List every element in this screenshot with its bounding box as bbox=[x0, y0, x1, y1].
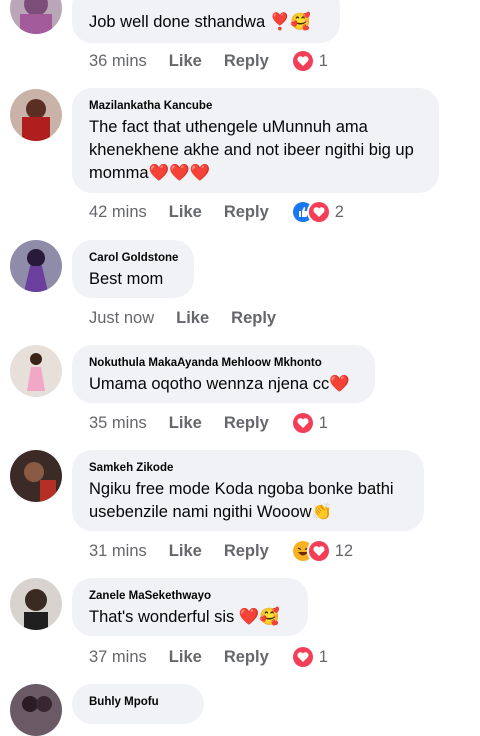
like-button[interactable]: Like bbox=[169, 648, 202, 667]
love-reaction-icon bbox=[306, 539, 331, 563]
reply-button[interactable]: Reply bbox=[224, 542, 269, 561]
avatar-photo bbox=[10, 578, 62, 630]
love-reaction-icon bbox=[290, 411, 315, 435]
reply-button[interactable]: Reply bbox=[224, 52, 269, 71]
avatar-photo bbox=[10, 345, 62, 397]
reply-button[interactable]: Reply bbox=[224, 414, 269, 433]
reply-button[interactable]: Reply bbox=[224, 203, 269, 222]
comment-text: Ngiku free mode Koda ngoba bonke bathi u… bbox=[89, 480, 394, 521]
comment-actions: Just now Like Reply bbox=[89, 306, 298, 330]
comment-author[interactable]: Mazilankatha Kancube bbox=[89, 99, 423, 113]
avatar[interactable] bbox=[10, 89, 62, 141]
comment-author[interactable]: Nokuthula MakaAyanda Mehloow Mkhonto bbox=[89, 356, 359, 370]
avatar[interactable] bbox=[10, 0, 62, 34]
avatar-photo bbox=[10, 240, 62, 292]
reply-button[interactable]: Reply bbox=[224, 648, 269, 667]
reaction-count: 1 bbox=[318, 51, 328, 70]
comment-bubble: Job well done sthandwa ❣️🥰 bbox=[72, 0, 340, 43]
reaction-count: 1 bbox=[318, 647, 328, 666]
reaction-summary[interactable]: 1 bbox=[290, 49, 328, 73]
like-button[interactable]: Like bbox=[169, 414, 202, 433]
like-button[interactable]: Like bbox=[169, 203, 202, 222]
comment-author[interactable]: Carol Goldstone bbox=[89, 251, 178, 265]
comment-time[interactable]: Just now bbox=[89, 309, 154, 328]
avatar[interactable] bbox=[10, 345, 62, 397]
comment-time[interactable]: 37 mins bbox=[89, 648, 147, 667]
like-button[interactable]: Like bbox=[176, 309, 209, 328]
avatar[interactable] bbox=[10, 240, 62, 292]
comment-time[interactable]: 31 mins bbox=[89, 542, 147, 561]
like-button[interactable]: Like bbox=[169, 542, 202, 561]
comment-bubble: Samkeh Zikode Ngiku free mode Koda ngoba… bbox=[72, 450, 424, 531]
reaction-summary[interactable]: 2 bbox=[290, 200, 344, 224]
comment-author[interactable]: Zanele MaSekethwayo bbox=[89, 589, 292, 603]
reaction-summary[interactable]: 1 bbox=[290, 645, 328, 669]
comment-bubble: Carol Goldstone Best mom bbox=[72, 240, 194, 298]
comment-text: That's wonderful sis ❤️🥰 bbox=[89, 608, 280, 626]
comment-actions: 31 mins Like Reply 12 bbox=[89, 539, 353, 563]
comment-text: Job well done sthandwa ❣️🥰 bbox=[89, 13, 311, 31]
reaction-summary[interactable]: 12 bbox=[290, 539, 354, 563]
avatar[interactable] bbox=[10, 684, 62, 736]
comment-bubble: Zanele MaSekethwayo That's wonderful sis… bbox=[72, 578, 308, 636]
love-reaction-icon bbox=[306, 200, 331, 224]
comment-time[interactable]: 42 mins bbox=[89, 203, 147, 222]
comment-actions: 35 mins Like Reply 1 bbox=[89, 411, 328, 435]
comments-feed: Job well done sthandwa ❣️🥰 36 mins Like … bbox=[0, 0, 480, 736]
reply-button[interactable]: Reply bbox=[231, 309, 276, 328]
comment-bubble: Nokuthula MakaAyanda Mehloow Mkhonto Uma… bbox=[72, 345, 375, 403]
comment-text: Best mom bbox=[89, 270, 164, 288]
love-reaction-icon bbox=[290, 49, 315, 73]
avatar[interactable] bbox=[10, 578, 62, 630]
like-button[interactable]: Like bbox=[169, 52, 202, 71]
avatar[interactable] bbox=[10, 450, 62, 502]
comment-text: Umama oqotho wennza njena cc❤️ bbox=[89, 375, 350, 393]
comment-time[interactable]: 36 mins bbox=[89, 52, 147, 71]
love-reaction-icon bbox=[290, 645, 315, 669]
avatar-photo bbox=[10, 89, 62, 141]
comment-actions: 36 mins Like Reply 1 bbox=[89, 49, 328, 73]
comment-bubble: Buhly Mpofu bbox=[72, 684, 204, 724]
comment-text: The fact that uthengele uMunnuh ama khen… bbox=[89, 118, 414, 182]
comment-bubble: Mazilankatha Kancube The fact that uthen… bbox=[72, 88, 439, 193]
comment-author[interactable]: Samkeh Zikode bbox=[89, 461, 408, 475]
avatar-photo bbox=[10, 0, 62, 34]
reaction-count: 12 bbox=[334, 541, 354, 560]
comment-actions: 42 mins Like Reply 2 bbox=[89, 200, 344, 224]
reaction-count: 2 bbox=[334, 202, 344, 221]
reaction-summary[interactable]: 1 bbox=[290, 411, 328, 435]
avatar-photo bbox=[10, 684, 62, 736]
comment-actions: 37 mins Like Reply 1 bbox=[89, 645, 328, 669]
comment-time[interactable]: 35 mins bbox=[89, 414, 147, 433]
reaction-count: 1 bbox=[318, 413, 328, 432]
avatar-photo bbox=[10, 450, 62, 502]
